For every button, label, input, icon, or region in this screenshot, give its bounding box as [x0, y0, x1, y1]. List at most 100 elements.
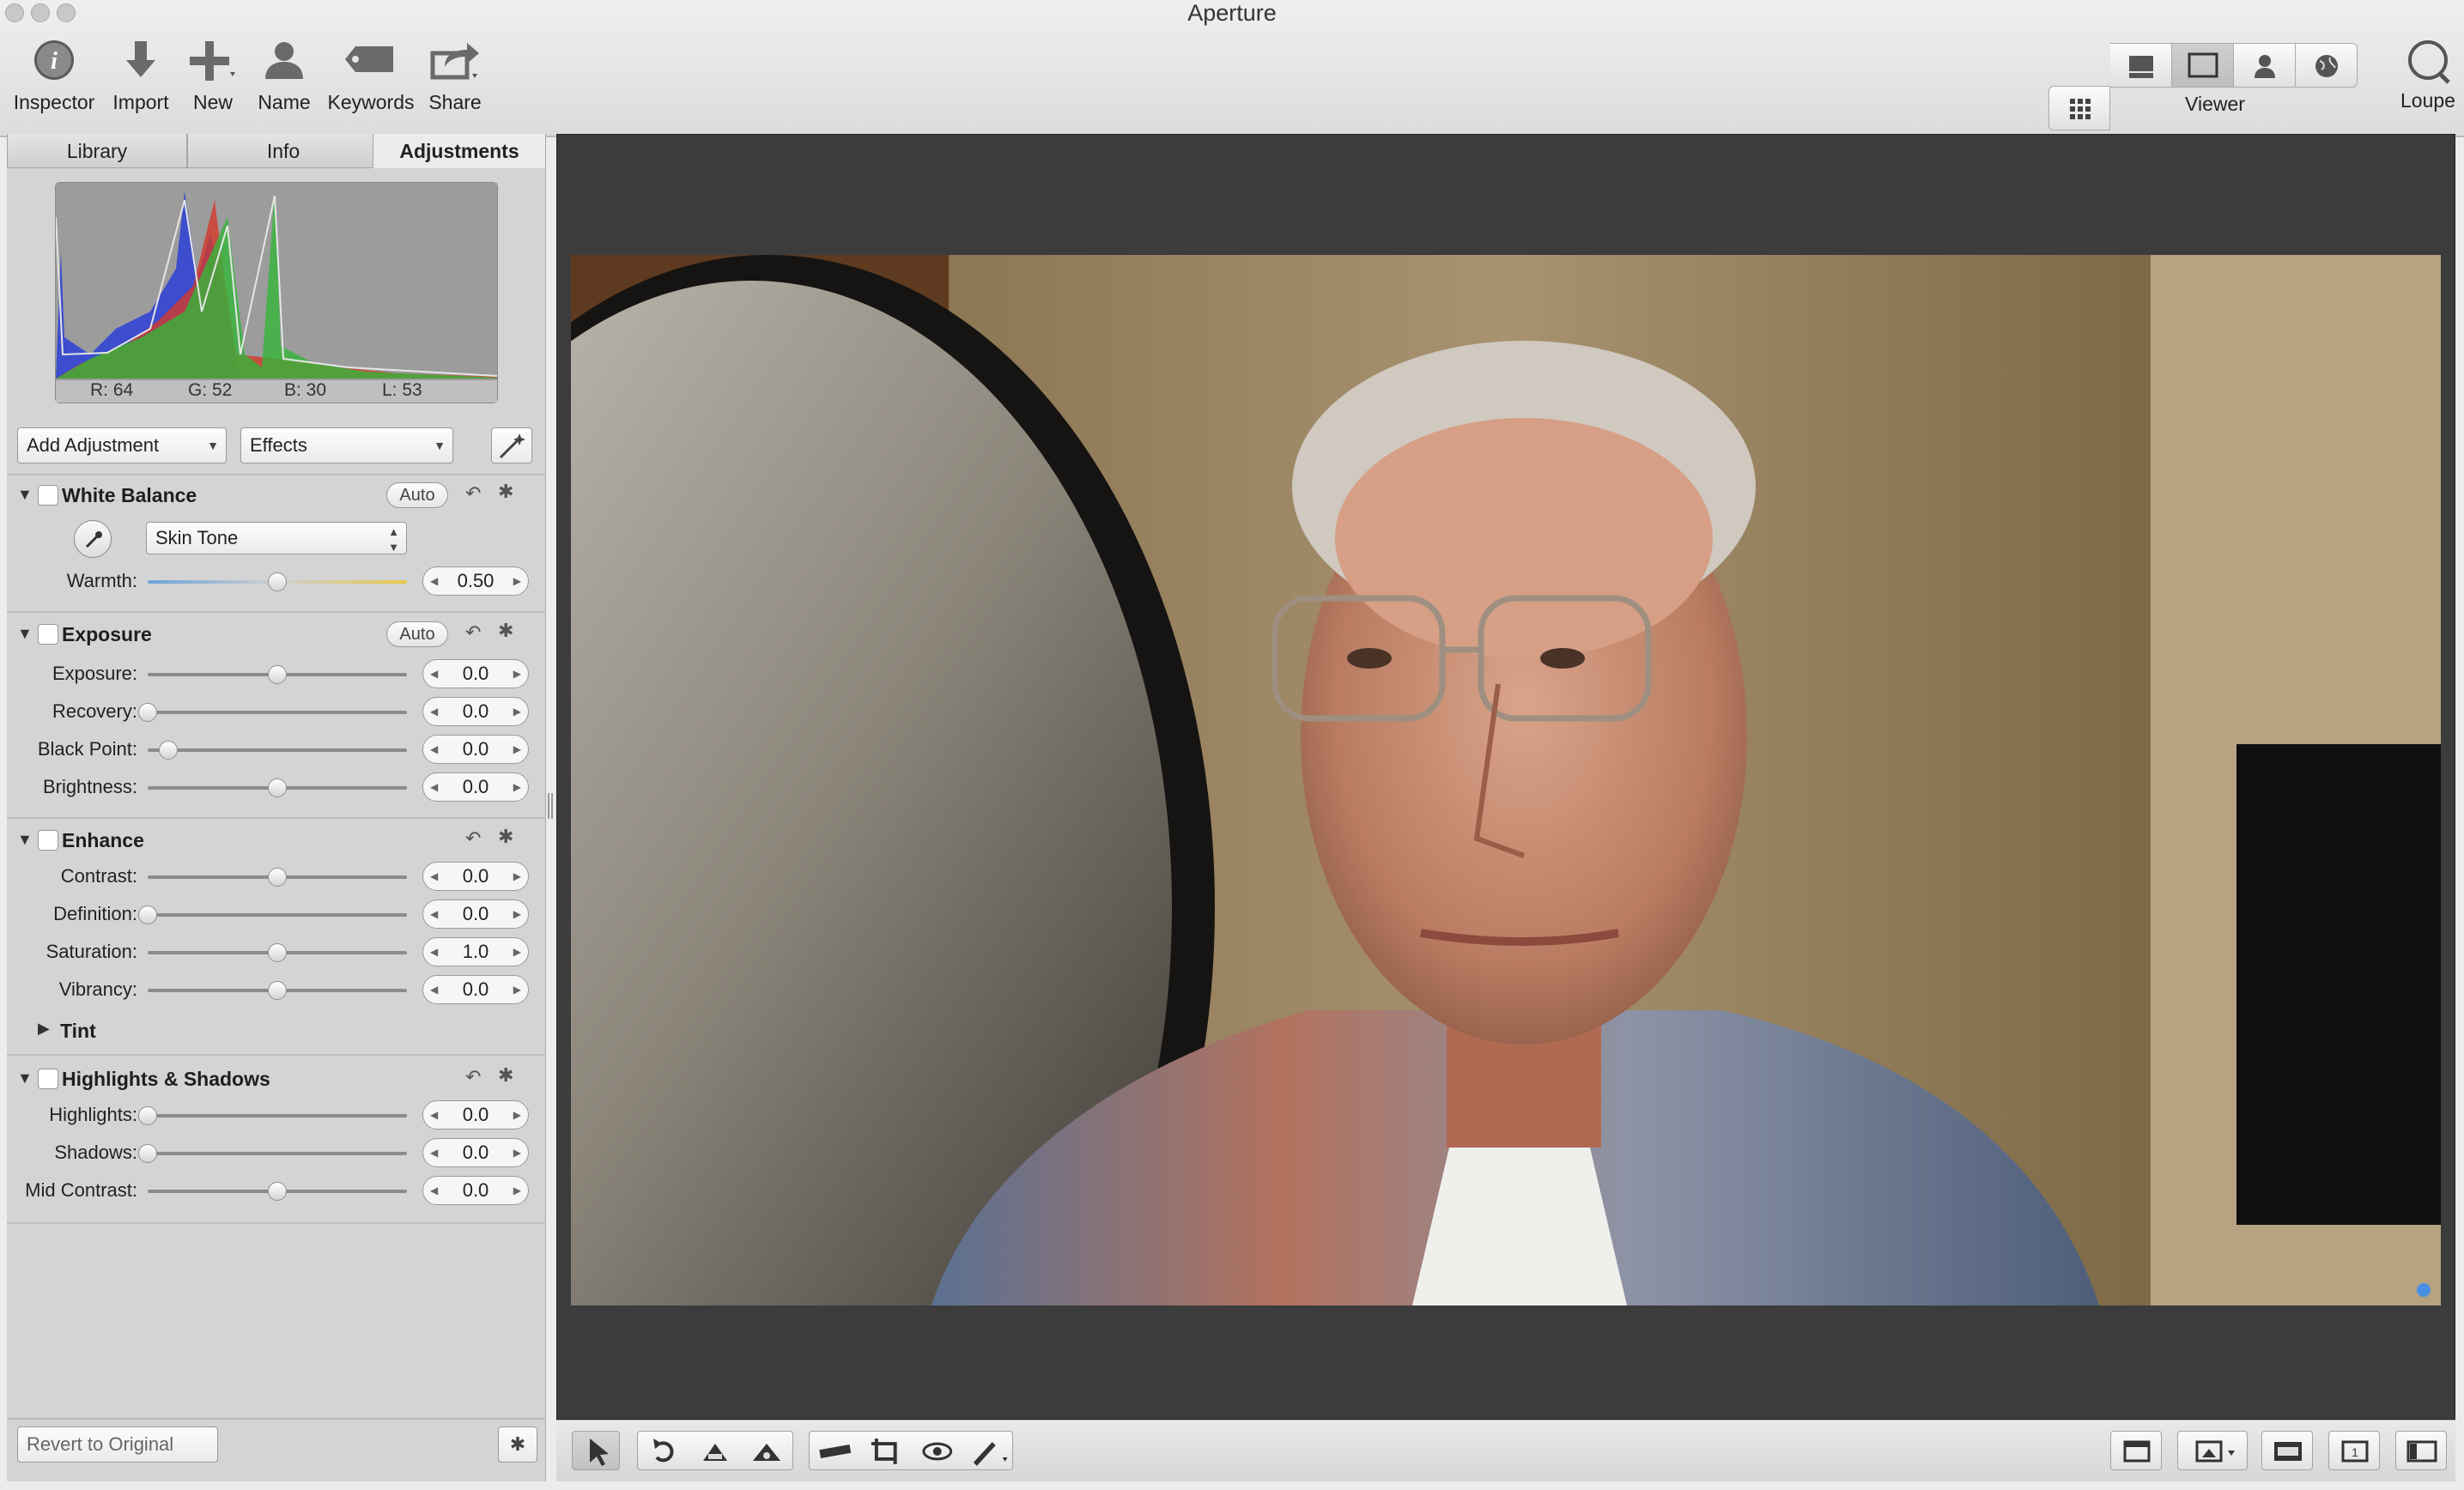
- inspector-button[interactable]: i Inspector: [9, 38, 100, 114]
- warmth-slider-knob[interactable]: [268, 572, 287, 591]
- exposure-slider-knob-3[interactable]: [268, 778, 287, 797]
- faces-view-button[interactable]: [2234, 43, 2296, 88]
- enhance-value-1: 0.0: [462, 903, 489, 924]
- exposure-value-field-1[interactable]: ◀ 0.0 ▶: [422, 697, 529, 726]
- exposure-slider-track-2[interactable]: [148, 748, 407, 752]
- effects-popup[interactable]: Effects ▼: [240, 427, 453, 463]
- warmth-label: Warmth:: [66, 570, 137, 591]
- tab-library[interactable]: Library: [7, 134, 187, 168]
- enhance-checkbox[interactable]: [38, 830, 58, 851]
- enhance-title: Enhance: [62, 829, 144, 851]
- exposure-slider-knob-1[interactable]: [138, 703, 157, 722]
- keywords-button[interactable]: Keywords: [325, 38, 417, 114]
- enhance-slider-knob-0[interactable]: [268, 868, 287, 887]
- inspector-toggle-button[interactable]: [2395, 1431, 2447, 1470]
- highlights-shadows-slider-track-0[interactable]: [148, 1114, 407, 1118]
- white-balance-checkbox[interactable]: [38, 485, 58, 506]
- enhance-value-field-0[interactable]: ◀ 0.0 ▶: [422, 862, 529, 891]
- enhance-label-2: Saturation:: [46, 941, 137, 962]
- add-adjustment-popup[interactable]: Add Adjustment ▼: [17, 427, 227, 463]
- enhance-slider-track-1[interactable]: [148, 913, 407, 917]
- enhance-value-field-3[interactable]: ◀ 0.0 ▶: [422, 975, 529, 1004]
- collapse-triangle-icon[interactable]: ▼: [17, 1069, 33, 1087]
- single-view-button[interactable]: 1: [2328, 1431, 2380, 1470]
- viewer-view-button[interactable]: [2172, 43, 2234, 88]
- reset-icon[interactable]: ↶: [465, 621, 481, 644]
- gear-icon[interactable]: ✱: [498, 826, 513, 848]
- highlights-shadows-value-field-1[interactable]: ◀ 0.0 ▶: [422, 1138, 529, 1167]
- highlights-shadows-slider-knob-0[interactable]: [138, 1106, 157, 1125]
- enhance-slider-knob-3[interactable]: [268, 981, 287, 1000]
- split-view-icon: [2129, 56, 2153, 78]
- gear-icon[interactable]: ✱: [498, 620, 513, 642]
- red-eye-icon[interactable]: [912, 1432, 963, 1471]
- highlights-shadows-slider-knob-2[interactable]: [268, 1182, 287, 1201]
- highlights-shadows-slider-track-1[interactable]: [148, 1152, 407, 1155]
- panel-resize-handle[interactable]: [548, 793, 553, 819]
- warmth-value-field[interactable]: ◀ 0.50 ▶: [422, 566, 529, 596]
- reset-icon[interactable]: ↶: [465, 827, 481, 850]
- white-balance-mode-popup[interactable]: Skin Tone ▲ ▼: [146, 522, 407, 554]
- split-view-button[interactable]: [2110, 43, 2172, 88]
- share-button[interactable]: Share: [422, 38, 488, 114]
- straighten-level-icon[interactable]: [810, 1432, 861, 1471]
- expand-triangle-icon[interactable]: ▶: [38, 1020, 50, 1038]
- window-title: Aperture: [1187, 0, 1277, 26]
- auto-enhance-button[interactable]: [491, 427, 532, 463]
- enhance-slider-knob-1[interactable]: [138, 906, 157, 924]
- gear-icon[interactable]: ✱: [498, 481, 513, 503]
- filmstrip-button[interactable]: [2110, 1431, 2162, 1470]
- gear-icon[interactable]: ✱: [498, 1064, 513, 1087]
- tint-title[interactable]: Tint: [60, 1020, 96, 1043]
- exposure-slider-knob-2[interactable]: [159, 741, 179, 760]
- highlights-shadows-value-field-2[interactable]: ◀ 0.0 ▶: [422, 1176, 529, 1205]
- enhance-slider-knob-2[interactable]: [268, 943, 287, 962]
- loupe-button[interactable]: Loupe: [2392, 38, 2464, 118]
- import-button[interactable]: Import: [105, 38, 177, 114]
- show-toolbar-button[interactable]: [2261, 1431, 2313, 1470]
- places-view-button[interactable]: [2296, 43, 2358, 88]
- reset-icon[interactable]: ↶: [465, 1066, 481, 1088]
- highlights-shadows-value-0: 0.0: [462, 1104, 489, 1125]
- exposure-slider-knob-0[interactable]: [268, 665, 287, 684]
- rotate-left-icon[interactable]: [638, 1432, 689, 1471]
- exposure-checkbox[interactable]: [38, 624, 58, 645]
- collapse-triangle-icon[interactable]: ▼: [17, 486, 33, 504]
- exposure-value-field-3[interactable]: ◀ 0.0 ▶: [422, 772, 529, 802]
- divider: [7, 474, 546, 475]
- eyedropper-button[interactable]: [74, 520, 112, 558]
- enhance-value-2: 1.0: [462, 941, 489, 962]
- exposure-value-field-2[interactable]: ◀ 0.0 ▶: [422, 735, 529, 764]
- exposure-slider-track-1[interactable]: [148, 711, 407, 714]
- view-mode-control: [2048, 43, 2359, 130]
- enhance-value-field-1[interactable]: ◀ 0.0 ▶: [422, 899, 529, 929]
- crop-icon[interactable]: [861, 1432, 913, 1471]
- select-tool-button[interactable]: [572, 1431, 620, 1470]
- green-readout: G: 52: [188, 380, 233, 400]
- exposure-value-field-0[interactable]: ◀ 0.0 ▶: [422, 659, 529, 688]
- exposure-auto-button[interactable]: Auto: [386, 621, 448, 647]
- footer-gear-button[interactable]: ✱: [498, 1426, 537, 1463]
- straighten-icon[interactable]: [689, 1432, 741, 1471]
- new-button[interactable]: New: [184, 38, 242, 114]
- highlights-shadows-checkbox[interactable]: [38, 1069, 58, 1089]
- enhance-value-field-2[interactable]: ◀ 1.0 ▶: [422, 937, 529, 966]
- viewer-photo[interactable]: [571, 255, 2441, 1305]
- collapse-triangle-icon[interactable]: ▼: [17, 831, 33, 849]
- lift-stamp-icon[interactable]: [741, 1432, 792, 1471]
- tab-info[interactable]: Info: [187, 134, 379, 168]
- browser-view-button[interactable]: [2048, 86, 2110, 130]
- brush-icon[interactable]: [963, 1432, 1013, 1471]
- highlights-shadows-title: Highlights & Shadows: [62, 1068, 270, 1090]
- enhance-label-1: Definition:: [53, 903, 137, 924]
- highlights-shadows-value-field-0[interactable]: ◀ 0.0 ▶: [422, 1100, 529, 1130]
- name-button[interactable]: Name: [249, 38, 319, 114]
- faces-icon: [2255, 55, 2275, 78]
- reset-icon[interactable]: ↶: [465, 482, 481, 505]
- white-balance-auto-button[interactable]: Auto: [386, 482, 448, 508]
- highlights-shadows-slider-knob-1[interactable]: [138, 1144, 157, 1163]
- tab-adjustments[interactable]: Adjustments: [373, 134, 546, 168]
- overlay-options-button[interactable]: [2177, 1431, 2248, 1470]
- collapse-triangle-icon[interactable]: ▼: [17, 625, 33, 643]
- revert-to-original-button[interactable]: Revert to Original: [17, 1426, 218, 1463]
